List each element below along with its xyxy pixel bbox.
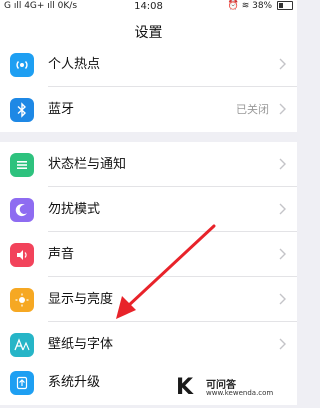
red-arrow-annotation: [116, 224, 216, 319]
watermark-url: www.kewenda.com: [206, 389, 274, 397]
watermark-logo: K: [176, 375, 194, 400]
watermark: K 可问答 www.kewenda.com: [170, 373, 282, 401]
